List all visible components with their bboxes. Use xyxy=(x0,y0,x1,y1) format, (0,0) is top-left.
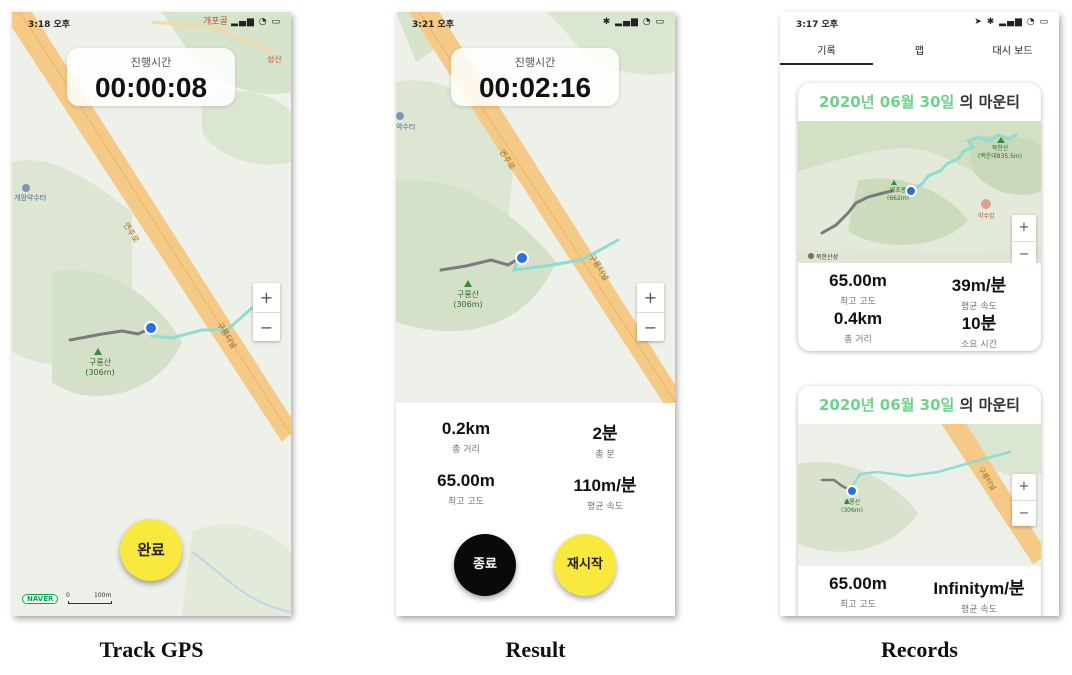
stat-total-minutes: 2분 총 분 xyxy=(535,419,675,460)
record-title: 2020년 06월 30일 의 마운티 xyxy=(798,83,1041,121)
zoom-out-button[interactable]: − xyxy=(1012,500,1036,527)
zoom-control: + − xyxy=(253,283,280,341)
mountain-label: 구룡산 (306m) xyxy=(85,358,115,377)
stat-duration: 10분 소요 시간 xyxy=(909,309,1041,350)
record-suffix: 의 마운티 xyxy=(959,396,1020,414)
zoom-out-button[interactable]: − xyxy=(637,312,664,342)
status-time: 3:18 오후 xyxy=(28,20,71,30)
record-card[interactable]: 2020년 06월 30일 의 마운티 구룡산 (306m) 구룡터널 + − xyxy=(798,386,1041,616)
record-map[interactable]: 북한산 (백운대835.5m) 영초봉 (662m) 약수암 북한산성 + − xyxy=(798,121,1041,263)
zoom-in-button[interactable]: + xyxy=(1012,474,1036,500)
status-time: 3:21 오후 xyxy=(412,20,455,30)
zoom-out-button[interactable]: − xyxy=(1012,241,1036,263)
stat-value: 10분 xyxy=(961,314,997,333)
status-bar: 3:21 오후 ✱ ▂▄▆ ◔ ▭ xyxy=(396,12,675,34)
stat-label: 평균 속도 xyxy=(587,502,623,512)
timer-panel: 진행시간 00:00:08 xyxy=(67,48,235,106)
timer-value: 00:02:16 xyxy=(478,72,592,103)
zoom-control: + − xyxy=(637,283,664,341)
spring-label: 약수암 xyxy=(978,213,995,220)
tab-dashboard[interactable]: 대시 보드 xyxy=(966,42,1059,57)
record-title: 2020년 06월 30일 의 마운티 xyxy=(798,386,1041,424)
stat-value: 39m/분 xyxy=(951,276,1007,295)
status-bar: 3:17 오후 ➤ ✱ ▂▄▆ ◔ ▭ xyxy=(780,12,1059,34)
record-suffix: 의 마운티 xyxy=(959,93,1020,111)
stat-label: 소요 시간 xyxy=(961,340,997,350)
records-screen: 3:17 오후 ➤ ✱ ▂▄▆ ◔ ▭ 기록 맵 대시 보드 2020년 06월… xyxy=(780,12,1059,616)
track-gps-screen: 구룡산 (306m) 개암약수터 연주로 구룡터널 개포골 성산 3:18 오후… xyxy=(12,12,291,616)
scale-bar: 0 100m xyxy=(66,592,114,604)
naver-logo: NAVER xyxy=(22,594,59,604)
stat-total-distance: 0.2km 총 거리 xyxy=(396,419,536,455)
restart-button[interactable]: 재시작 xyxy=(554,534,616,596)
result-screen: 구룡산 (306m) 약수터 연주로 구룡터널 3:21 오후 ✱ ▂▄▆ ◔ … xyxy=(396,12,675,616)
stat-value: 2분 xyxy=(592,424,618,443)
zoom-in-button[interactable]: + xyxy=(253,283,280,312)
spring-label: 개암약수터 xyxy=(14,194,47,202)
caption-records: Records xyxy=(881,637,958,662)
status-icons: ▂▄▆ ◔ ▭ xyxy=(231,17,281,27)
timer-panel: 진행시간 00:02:16 xyxy=(451,48,619,106)
mountain-label: 구룡산 (306m) xyxy=(453,290,483,309)
place-label-2: 성산 xyxy=(267,55,282,64)
scale-end: 100m xyxy=(94,592,112,599)
result-stats-panel: 0.2km 총 거리 2분 총 분 65.00m 최고 고도 110m/분 평균… xyxy=(396,403,675,616)
zoom-in-button[interactable]: + xyxy=(1012,215,1036,241)
scale-start: 0 xyxy=(66,592,70,599)
stat-avg-speed: 110m/분 평균 속도 xyxy=(535,471,675,512)
status-icons: ➤ ✱ ▂▄▆ ◔ ▭ xyxy=(974,17,1049,27)
stat-label: 최고 고도 xyxy=(448,497,484,507)
status-bar: 3:18 오후 ▂▄▆ ◔ ▭ xyxy=(12,12,291,34)
stat-value: 0.2km xyxy=(441,419,491,438)
record-map[interactable]: 구룡산 (306m) 구룡터널 + − xyxy=(798,424,1041,566)
timer-value: 00:00:08 xyxy=(94,72,208,103)
stop-button[interactable]: 종료 xyxy=(454,534,516,596)
zoom-control: + − xyxy=(1012,474,1036,526)
tab-map[interactable]: 맵 xyxy=(873,42,966,57)
record-stats: 65.00m 최고 고도 39m/분 평균 속도 0.4km 총 거리 10분 … xyxy=(798,263,1041,351)
zoom-control: + − xyxy=(1012,215,1036,263)
stat-label: 총 분 xyxy=(595,450,615,460)
caption-track-gps: Track GPS xyxy=(99,637,204,662)
active-tab-indicator xyxy=(780,63,873,65)
stat-max-altitude: 65.00m 최고 고도 xyxy=(396,471,536,507)
stat-value: 110m/분 xyxy=(573,476,637,495)
record-card[interactable]: 2020년 06월 30일 의 마운티 북한산 (백운대835.5m) 영초봉 … xyxy=(798,83,1041,351)
status-icons: ✱ ▂▄▆ ◔ ▭ xyxy=(602,17,665,27)
tab-records[interactable]: 기록 xyxy=(780,42,873,57)
record-date: 2020년 06월 30일 xyxy=(818,93,955,111)
zoom-out-button[interactable]: − xyxy=(253,312,280,342)
peak-label: 북한산 (백운대835.5m) xyxy=(977,145,1023,160)
stat-label: 평균 속도 xyxy=(961,605,997,615)
stat-avg-speed: 39m/분 평균 속도 xyxy=(909,271,1041,312)
stat-avg-speed: Infinitym/분 평균 속도 xyxy=(909,574,1041,615)
spring-label: 약수터 xyxy=(396,123,416,131)
timer-label: 진행시간 xyxy=(130,56,172,69)
mountain-label: 구룡산 (306m) xyxy=(841,499,863,514)
peak-label-2: 영초봉 (662m) xyxy=(887,187,909,202)
timer-label: 진행시간 xyxy=(514,56,556,69)
tab-bar: 기록 맵 대시 보드 xyxy=(780,42,1059,66)
status-time: 3:17 오후 xyxy=(796,20,839,30)
record-date: 2020년 06월 30일 xyxy=(818,396,955,414)
done-button[interactable]: 완료 xyxy=(120,519,182,581)
record-stats: 65.00m 최고 고도 Infinitym/분 평균 속도 xyxy=(798,566,1041,616)
stat-label: 총 거리 xyxy=(452,445,480,455)
stat-value: 65.00m xyxy=(437,471,495,490)
fort-label: 북한산성 xyxy=(816,254,839,261)
stat-value: Infinitym/분 xyxy=(933,579,1025,598)
caption-result: Result xyxy=(505,637,566,662)
zoom-in-button[interactable]: + xyxy=(637,283,664,312)
